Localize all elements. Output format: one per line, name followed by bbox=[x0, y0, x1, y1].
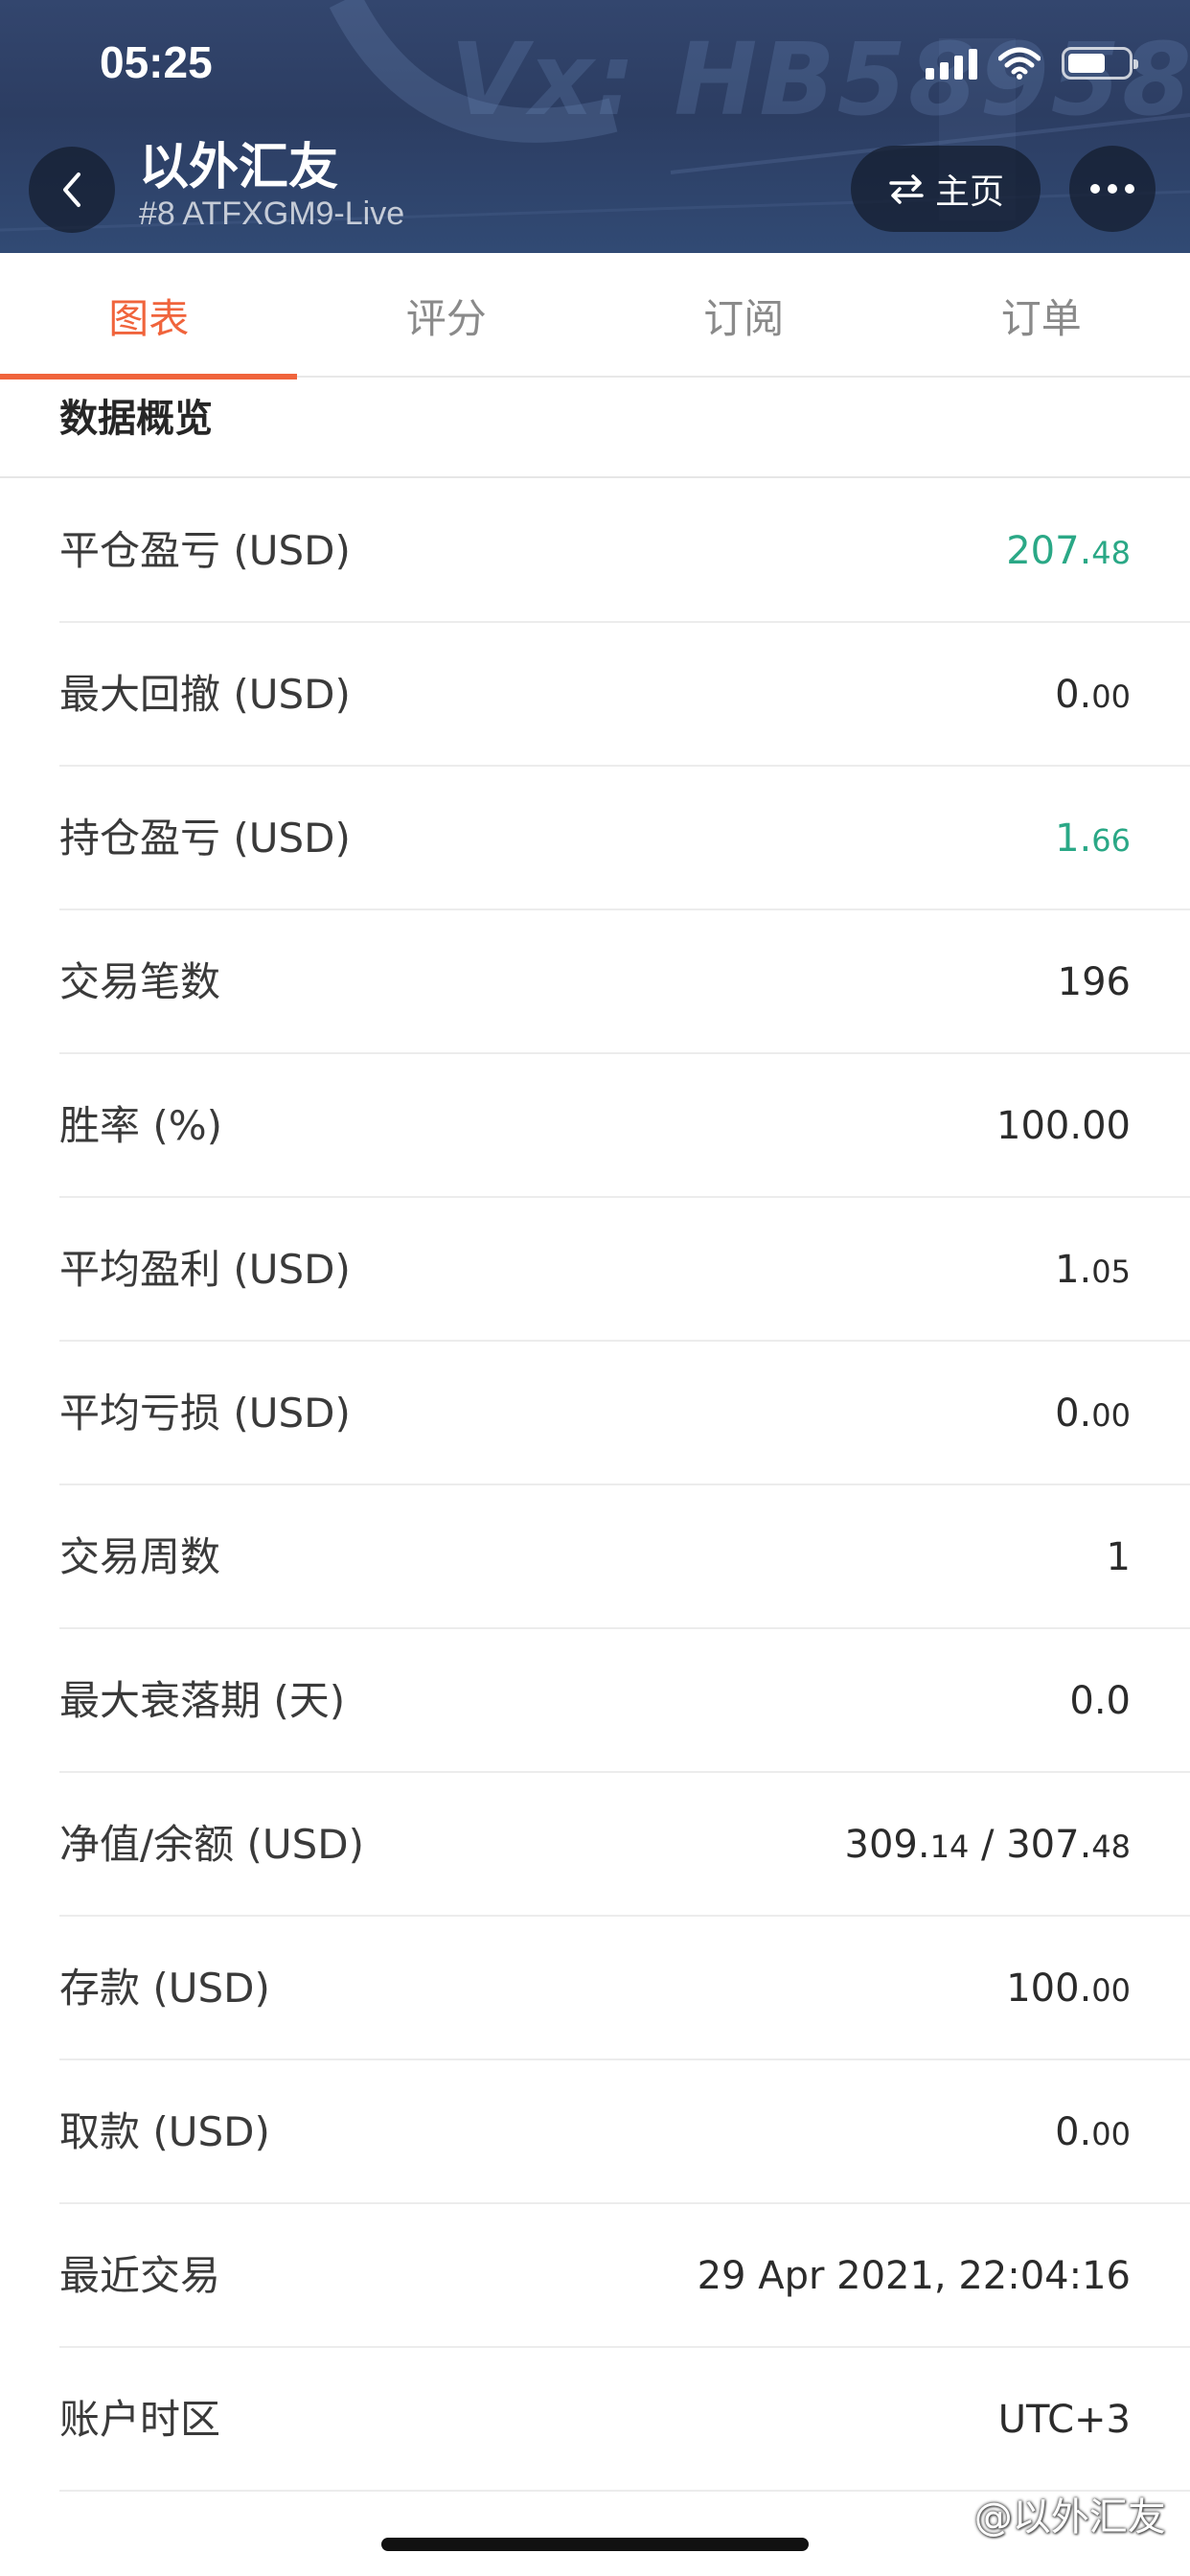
watermark-credit: @以外汇友 bbox=[927, 2486, 1166, 2542]
chevron-left-icon bbox=[63, 172, 80, 207]
stat-label: 交易周数 bbox=[59, 1533, 221, 1580]
stat-row-trading-weeks: 交易周数 1 bbox=[59, 1485, 1190, 1629]
account-subtitle: #8 ATFXGM9-Live bbox=[139, 196, 405, 232]
tab-rating[interactable]: 评分 bbox=[298, 253, 596, 378]
app-header: Vx: HB58958 05:25 以外汇友 #8 ATFXGM9-Live 主… bbox=[0, 0, 1190, 253]
back-button[interactable] bbox=[29, 147, 115, 233]
stat-label: 净值/余额 (USD) bbox=[59, 1821, 365, 1868]
home-button-label: 主页 bbox=[934, 172, 1004, 212]
stat-row-account-timezone: 账户时区 UTC+3 bbox=[59, 2348, 1190, 2492]
stat-row-avg-loss: 平均亏损 (USD) 0.00 bbox=[59, 1342, 1190, 1485]
section-divider bbox=[0, 476, 1190, 478]
stats-list: 平仓盈亏 (USD) 207.48 最大回撤 (USD) 0.00 持仓盈亏 (… bbox=[0, 479, 1190, 2492]
stat-value: 0.00 bbox=[1055, 1392, 1131, 1436]
cellular-signal-icon bbox=[926, 47, 977, 80]
stat-row-last-trade: 最近交易 29 Apr 2021, 22:04:16 bbox=[59, 2204, 1190, 2348]
status-icons bbox=[926, 42, 1138, 84]
stat-value: 1.05 bbox=[1055, 1248, 1131, 1292]
stat-label: 最近交易 bbox=[59, 2252, 221, 2299]
tab-orders[interactable]: 订单 bbox=[893, 253, 1190, 378]
stat-row-max-drawdown: 最大回撤 (USD) 0.00 bbox=[59, 623, 1190, 767]
stat-row-max-decline-period: 最大衰落期 (天) 0.0 bbox=[59, 1629, 1190, 1773]
stat-row-deposit: 存款 (USD) 100.00 bbox=[59, 1917, 1190, 2060]
stat-row-avg-profit: 平均盈利 (USD) 1.05 bbox=[59, 1198, 1190, 1342]
stat-value: 309.14 / 307.48 bbox=[844, 1823, 1131, 1867]
stat-value: 29 Apr 2021, 22:04:16 bbox=[697, 2254, 1131, 2298]
stat-value: 100.00 bbox=[996, 1104, 1131, 1148]
stat-label: 胜率 (%) bbox=[59, 1102, 223, 1149]
weibo-icon bbox=[927, 2507, 960, 2533]
stat-row-win-rate: 胜率 (%) 100.00 bbox=[59, 1054, 1190, 1198]
stat-value: 196 bbox=[1057, 960, 1131, 1004]
credit-text: @以外汇友 bbox=[973, 2496, 1166, 2540]
stat-label: 取款 (USD) bbox=[59, 2108, 270, 2155]
stat-value: 1.66 bbox=[1055, 816, 1131, 861]
swap-arrows-icon bbox=[889, 174, 924, 204]
stat-label: 存款 (USD) bbox=[59, 1965, 270, 2012]
wifi-icon bbox=[998, 47, 1041, 80]
tab-bar: 图表 评分 订阅 订单 bbox=[0, 253, 1190, 380]
home-indicator[interactable] bbox=[381, 2538, 809, 2551]
stat-row-equity-balance: 净值/余额 (USD) 309.14 / 307.48 bbox=[59, 1773, 1190, 1917]
stat-row-trade-count: 交易笔数 196 bbox=[59, 910, 1190, 1054]
stat-label: 平均亏损 (USD) bbox=[59, 1390, 351, 1437]
stat-value: 100.00 bbox=[1006, 1966, 1131, 2011]
battery-icon bbox=[1062, 47, 1138, 80]
stat-row-open-pnl: 持仓盈亏 (USD) 1.66 bbox=[59, 767, 1190, 910]
more-button[interactable] bbox=[1069, 146, 1156, 232]
home-button[interactable]: 主页 bbox=[851, 146, 1041, 232]
stat-value: 0.00 bbox=[1055, 2110, 1131, 2154]
stat-value: 0.0 bbox=[1069, 1679, 1131, 1723]
more-dots-icon bbox=[1090, 184, 1100, 194]
stat-label: 持仓盈亏 (USD) bbox=[59, 815, 351, 862]
stat-label: 最大衰落期 (天) bbox=[59, 1677, 346, 1724]
status-time: 05:25 bbox=[100, 37, 213, 87]
stat-label: 最大回撤 (USD) bbox=[59, 671, 351, 718]
stat-value: 1 bbox=[1106, 1535, 1131, 1579]
tab-chart[interactable]: 图表 bbox=[0, 253, 298, 380]
tab-subscribe[interactable]: 订阅 bbox=[595, 253, 893, 378]
stat-label: 交易笔数 bbox=[59, 958, 221, 1005]
stat-label: 平仓盈亏 (USD) bbox=[59, 527, 351, 574]
stat-row-closed-pnl: 平仓盈亏 (USD) 207.48 bbox=[59, 479, 1190, 623]
stat-value: UTC+3 bbox=[997, 2398, 1131, 2442]
stat-row-withdrawal: 取款 (USD) 0.00 bbox=[59, 2060, 1190, 2204]
stat-label: 账户时区 bbox=[59, 2396, 221, 2443]
section-title: 数据概览 bbox=[59, 397, 213, 441]
stat-label: 平均盈利 (USD) bbox=[59, 1246, 351, 1293]
page-title: 以外汇友 bbox=[139, 139, 339, 196]
stat-value: 207.48 bbox=[1006, 529, 1131, 573]
stat-value: 0.00 bbox=[1055, 673, 1131, 717]
